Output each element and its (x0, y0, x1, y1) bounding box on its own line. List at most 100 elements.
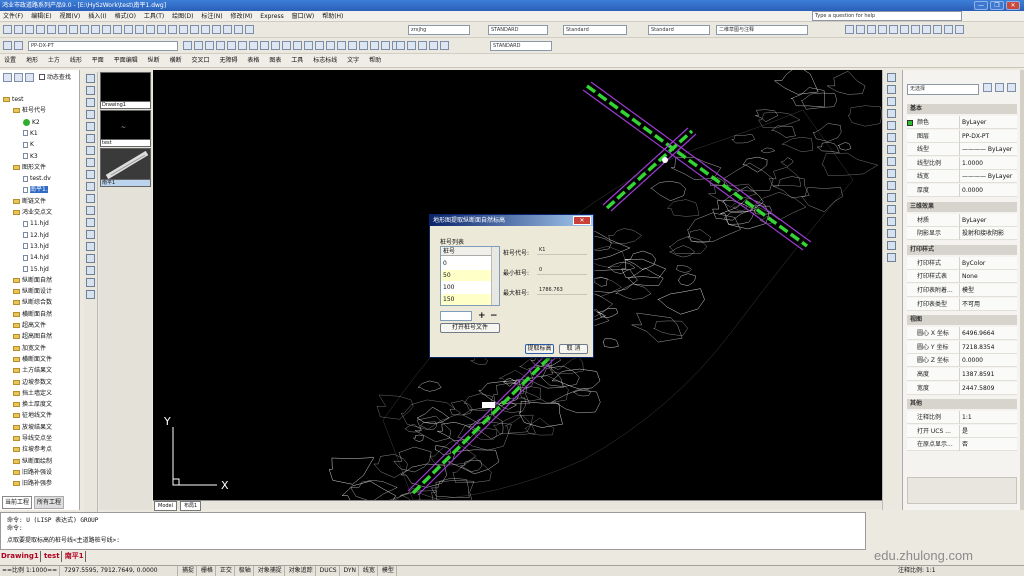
tree-item[interactable]: test (3, 96, 24, 104)
dim-standard-combo[interactable]: STANDARD (490, 41, 552, 51)
aligned-dim-icon[interactable] (216, 41, 225, 50)
array-icon[interactable] (887, 121, 896, 130)
tree-item[interactable]: 11.hjd (23, 220, 49, 228)
toggle-dyn[interactable]: DYN (342, 566, 359, 576)
property-row[interactable]: 打印表附着... 模型 (907, 284, 1017, 297)
station-list-scrollbar[interactable] (491, 247, 499, 305)
menu-view[interactable]: 视图(V) (56, 11, 83, 22)
hatch-icon[interactable] (86, 242, 95, 251)
table-style-combo[interactable]: Standard (648, 25, 710, 35)
leader-icon[interactable] (326, 41, 335, 50)
layer-manager-icon[interactable] (3, 41, 12, 50)
block-icon[interactable] (429, 41, 438, 50)
dim-update-icon[interactable] (381, 41, 390, 50)
tree-item[interactable]: 南平1. (23, 186, 48, 194)
radius-dim-icon[interactable] (249, 41, 258, 50)
cad-menu-settings[interactable]: 设置 (0, 54, 20, 68)
join-icon[interactable] (887, 217, 896, 226)
property-row[interactable]: 打印样式表 None (907, 270, 1017, 284)
match-icon[interactable] (102, 25, 111, 34)
tree-item[interactable]: 导线交点坐 (13, 435, 52, 443)
remove-station-button[interactable]: − (490, 311, 498, 321)
make-block-icon[interactable] (86, 218, 95, 227)
property-row[interactable]: 打印样式 ByColor (907, 256, 1017, 270)
tree-item[interactable]: 鸿业交点文 (13, 209, 52, 217)
ws-icon-10[interactable] (944, 25, 953, 34)
table-draw-icon[interactable] (86, 278, 95, 287)
make-current-icon[interactable] (183, 41, 192, 50)
property-row[interactable]: 线型 ———— ByLayer (907, 143, 1017, 157)
station-entry-input[interactable] (440, 311, 472, 321)
property-row[interactable]: 注释比例 1:1 (907, 411, 1017, 425)
tree-item[interactable]: 纵断面自然 (13, 277, 52, 285)
toggle-model[interactable]: 模型 (380, 566, 397, 576)
help-search-input[interactable]: Type a question for help (812, 11, 962, 21)
zoom-realtime-icon[interactable] (146, 25, 155, 34)
open-icon[interactable] (14, 25, 23, 34)
menu-insert[interactable]: 插入(I) (85, 11, 109, 22)
layer-combo[interactable]: PP-DX-PT (28, 41, 178, 51)
tree-item[interactable]: 横断面自然 (13, 311, 52, 319)
quick-select-icon[interactable] (983, 83, 992, 92)
tree-item[interactable]: 图形文件 (13, 164, 46, 172)
tree-item[interactable]: 15.hjd (23, 266, 49, 274)
explode-icon[interactable] (887, 253, 896, 262)
cad-menu-text[interactable]: 文字 (343, 54, 363, 68)
cad-menu-cross-section[interactable]: 横断 (166, 54, 186, 68)
property-row[interactable]: 线宽 ———— ByLayer (907, 170, 1017, 184)
new-icon[interactable] (3, 25, 12, 34)
trim-icon[interactable] (887, 181, 896, 190)
menu-express[interactable]: Express (257, 11, 286, 22)
tree-item[interactable]: 挡土墙定义 (13, 390, 52, 398)
menu-file[interactable]: 文件(F) (0, 11, 26, 22)
ws-icon-8[interactable] (922, 25, 931, 34)
ws-save-icon[interactable] (856, 25, 865, 34)
menu-dimension[interactable]: 标注(N) (198, 11, 225, 22)
continue-dim-icon[interactable] (315, 41, 324, 50)
open-station-file-button[interactable]: 打开桩号文件 (440, 323, 500, 333)
center-mark-icon[interactable] (348, 41, 357, 50)
chamfer-icon[interactable] (887, 229, 896, 238)
property-row[interactable]: 阴影显示 投射和接收阴影 (907, 227, 1017, 241)
menu-tools[interactable]: 工具(T) (141, 11, 167, 22)
cad-menu-intersection[interactable]: 交叉口 (188, 54, 214, 68)
menu-draw[interactable]: 绘图(D) (169, 11, 196, 22)
thumb-test[interactable]: ~ (100, 110, 151, 142)
tree-item[interactable]: 纵断面设计 (13, 288, 52, 296)
command-window[interactable]: 命令: U (LISP 表达式) GROUP 命令: 点取要提取标高的桩号线<主… (0, 512, 866, 550)
offset-icon[interactable] (887, 109, 896, 118)
cad-menu-plan[interactable]: 平面 (88, 54, 108, 68)
menu-modify[interactable]: 修改(M) (228, 11, 256, 22)
tree-item[interactable]: 换土厚度文 (13, 401, 52, 409)
toggle-lineweight[interactable]: 线宽 (361, 566, 378, 576)
layer-prev-icon[interactable] (194, 41, 203, 50)
move-icon[interactable] (887, 133, 896, 142)
copy-icon[interactable] (80, 25, 89, 34)
ws-settings-icon[interactable] (845, 25, 854, 34)
dynamic-search-checkbox[interactable] (38, 73, 45, 80)
property-row[interactable]: 图层 PP-DX-PT (907, 129, 1017, 143)
tree-item[interactable]: 土方结果文 (13, 367, 52, 375)
property-section-header[interactable]: 三维效果 (907, 201, 1017, 212)
dim-text-edit-icon[interactable] (370, 41, 379, 50)
new-project-icon[interactable] (3, 73, 12, 82)
cut-icon[interactable] (69, 25, 78, 34)
tree-item[interactable]: 桩号代号 (13, 107, 46, 115)
properties-icon[interactable] (179, 25, 188, 34)
station-row-50[interactable]: 50 (441, 270, 491, 281)
tree-item[interactable]: 纵断面绘制 (13, 458, 52, 466)
construction-line-icon[interactable] (86, 86, 95, 95)
save-icon[interactable] (25, 25, 34, 34)
property-section-header[interactable]: 打印样式 (907, 244, 1017, 255)
ws-icon-5[interactable] (889, 25, 898, 34)
cad-menu-plan-edit[interactable]: 平面编辑 (110, 54, 142, 68)
cad-menu-terrain[interactable]: 地形 (22, 54, 42, 68)
ws-icon-9[interactable] (933, 25, 942, 34)
multiline-text-icon[interactable] (86, 290, 95, 299)
property-row[interactable]: 打印表类型 不可用 (907, 297, 1017, 311)
quick-dim-icon[interactable] (293, 41, 302, 50)
thumb-drawing1[interactable] (100, 72, 151, 104)
property-row[interactable]: 材质 ByLayer (907, 213, 1017, 227)
station-row-0[interactable]: 0 (441, 258, 491, 269)
toggle-otrack[interactable]: 对象追踪 (287, 566, 316, 576)
